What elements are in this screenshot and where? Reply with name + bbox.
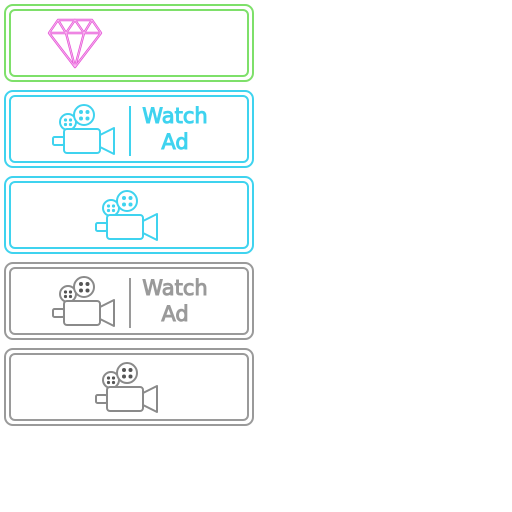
movie-camera-icon <box>93 188 161 244</box>
watch-ad-button[interactable]: Watch Ad <box>4 90 254 168</box>
movie-camera-icon <box>93 360 161 416</box>
watch-ad-button-disabled[interactable]: Watch Ad <box>4 262 254 340</box>
movie-camera-icon <box>50 274 118 330</box>
label-line-2: Ad <box>161 302 189 327</box>
button-divider <box>129 278 131 328</box>
watch-ad-label: Watch Ad <box>136 275 214 327</box>
label-line-2: Ad <box>161 130 189 155</box>
watch-ad-icon-button-disabled[interactable] <box>4 348 254 426</box>
button-divider <box>129 106 131 156</box>
watch-ad-label: Watch Ad <box>136 103 214 155</box>
button-sprite-sheet: Watch Ad Watch Ad <box>0 0 512 512</box>
label-line-1: Watch <box>142 276 208 301</box>
movie-camera-icon <box>50 102 118 158</box>
label-line-1: Watch <box>142 104 208 129</box>
gem-button[interactable] <box>4 4 254 82</box>
watch-ad-icon-button[interactable] <box>4 176 254 254</box>
diamond-icon <box>46 16 104 70</box>
